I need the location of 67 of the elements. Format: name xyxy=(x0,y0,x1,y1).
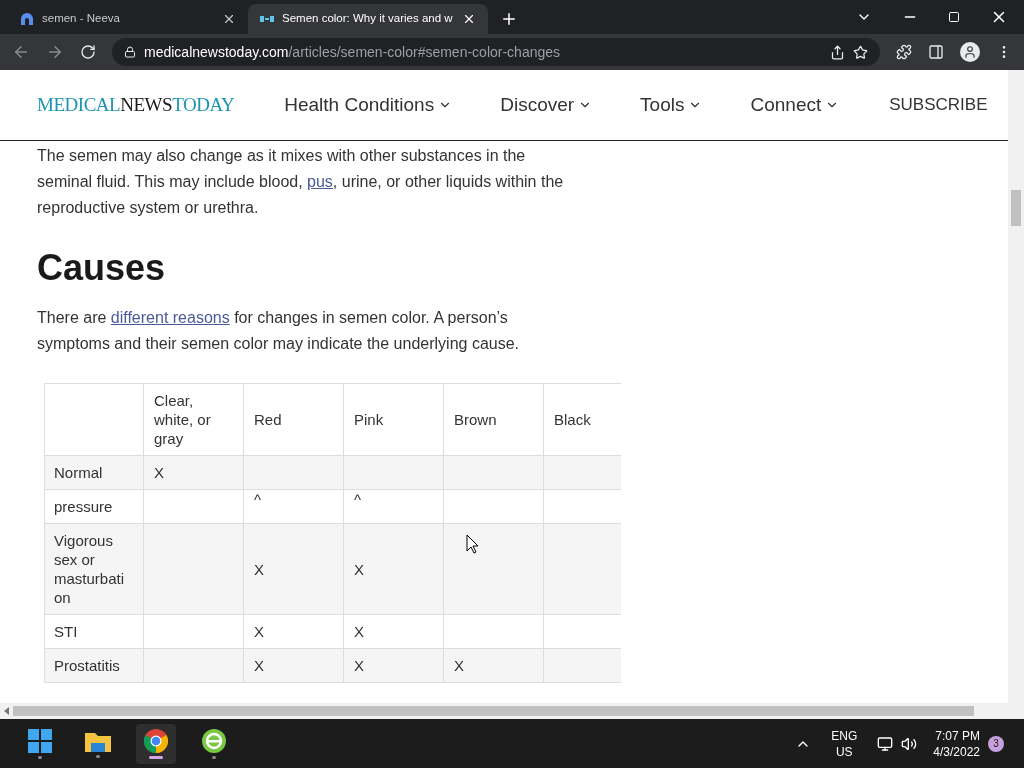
browser-tab[interactable]: Semen color: Why it varies and w xyxy=(248,4,488,34)
tab-favicon-icon xyxy=(260,13,274,25)
extensions-icon[interactable] xyxy=(896,44,912,60)
address-bar[interactable]: medicalnewstoday.com/articles/semen-color#semen-color-changes xyxy=(112,38,880,66)
table-cell: X xyxy=(343,614,444,649)
close-icon[interactable] xyxy=(462,12,476,26)
scroll-left-arrow-icon[interactable] xyxy=(4,707,9,715)
paragraph-line: The semen may also change as it mixes with other substances in the xyxy=(37,146,527,166)
nav-menu-item[interactable]: Health Conditions xyxy=(284,90,453,120)
table-cell: X xyxy=(443,648,544,683)
language-label[interactable]: ENG xyxy=(831,727,858,744)
taskbar-app[interactable] xyxy=(136,723,176,764)
table-cell: X xyxy=(343,523,444,615)
forward-icon[interactable] xyxy=(46,43,64,61)
table-row-header: pressure xyxy=(44,489,144,524)
table-row-header: STI xyxy=(44,614,144,649)
tab-favicon-icon xyxy=(20,13,34,25)
bookmark-star-icon[interactable] xyxy=(853,44,868,60)
table-row-header: Normal xyxy=(44,455,144,490)
site-logo[interactable]: MEDICALNEWSTODAY xyxy=(37,90,235,120)
back-icon[interactable] xyxy=(12,43,30,61)
table-header-cell: Clear, white, or gray xyxy=(143,383,244,456)
close-icon[interactable] xyxy=(222,12,236,26)
table-cell: X xyxy=(243,614,344,649)
volume-icon[interactable] xyxy=(901,735,918,752)
browser-tab[interactable]: semen - Neeva xyxy=(8,4,248,34)
new-tab-icon[interactable] xyxy=(500,10,518,28)
side-panel-icon[interactable] xyxy=(928,44,944,60)
text-link[interactable]: pus xyxy=(307,173,333,190)
profile-avatar[interactable] xyxy=(960,42,980,62)
table-cell: X xyxy=(143,455,244,490)
nav-menu-item[interactable]: Discover xyxy=(500,90,593,120)
paragraph-line: reproductive system or urethra. xyxy=(37,198,260,218)
nav-menu-item[interactable]: Connect xyxy=(750,90,840,120)
nav-menu-item[interactable]: Tools xyxy=(640,90,703,120)
clock-time[interactable]: 7:07 PM xyxy=(935,727,980,744)
table-header-cell: Red xyxy=(243,383,344,456)
table-header-cell: Black xyxy=(543,383,621,456)
table-cell: X xyxy=(243,523,344,615)
table-row-header: Prostatitis xyxy=(44,648,144,683)
table-row-header: Vigorous sex or masturbati on xyxy=(44,523,144,615)
lock-icon xyxy=(124,46,136,58)
mouse-pointer-icon xyxy=(466,534,479,554)
restore-icon[interactable] xyxy=(948,11,960,23)
share-icon[interactable] xyxy=(830,44,845,60)
table-header-cell: Pink xyxy=(343,383,444,456)
notification-badge[interactable]: 3 xyxy=(988,735,1004,752)
tab-title: semen - Neeva xyxy=(42,11,121,27)
subscribe-link[interactable]: SUBSCRIBE xyxy=(889,92,988,118)
paragraph: There are different reasons for changes in semen color. A person’s symptoms and their semen color may indicate the underlying cause. xyxy=(37,308,520,354)
table-cell: X xyxy=(343,648,444,683)
paragraph-line: seminal fluid. This may include blood, pus, urine, or other liquids within the xyxy=(37,172,565,192)
reload-icon[interactable] xyxy=(80,44,96,60)
section-heading: Causes xyxy=(37,255,167,281)
table-cell: ^ xyxy=(343,489,444,524)
network-icon[interactable] xyxy=(877,735,894,752)
region-label[interactable]: US xyxy=(835,743,853,760)
tab-title: Semen color: Why it varies and w xyxy=(282,11,454,27)
table-cell: ^ xyxy=(243,489,344,524)
windows-logo-icon xyxy=(28,728,52,753)
text-link[interactable]: different reasons xyxy=(110,309,230,326)
chrome-icon xyxy=(144,728,168,753)
horizontal-scrollbar[interactable] xyxy=(0,703,1008,719)
vertical-scrollbar[interactable] xyxy=(1008,70,1024,719)
table-header-cell: Brown xyxy=(443,383,544,456)
table-cell: X xyxy=(243,648,344,683)
clock-date[interactable]: 4/3/2022 xyxy=(933,743,980,760)
